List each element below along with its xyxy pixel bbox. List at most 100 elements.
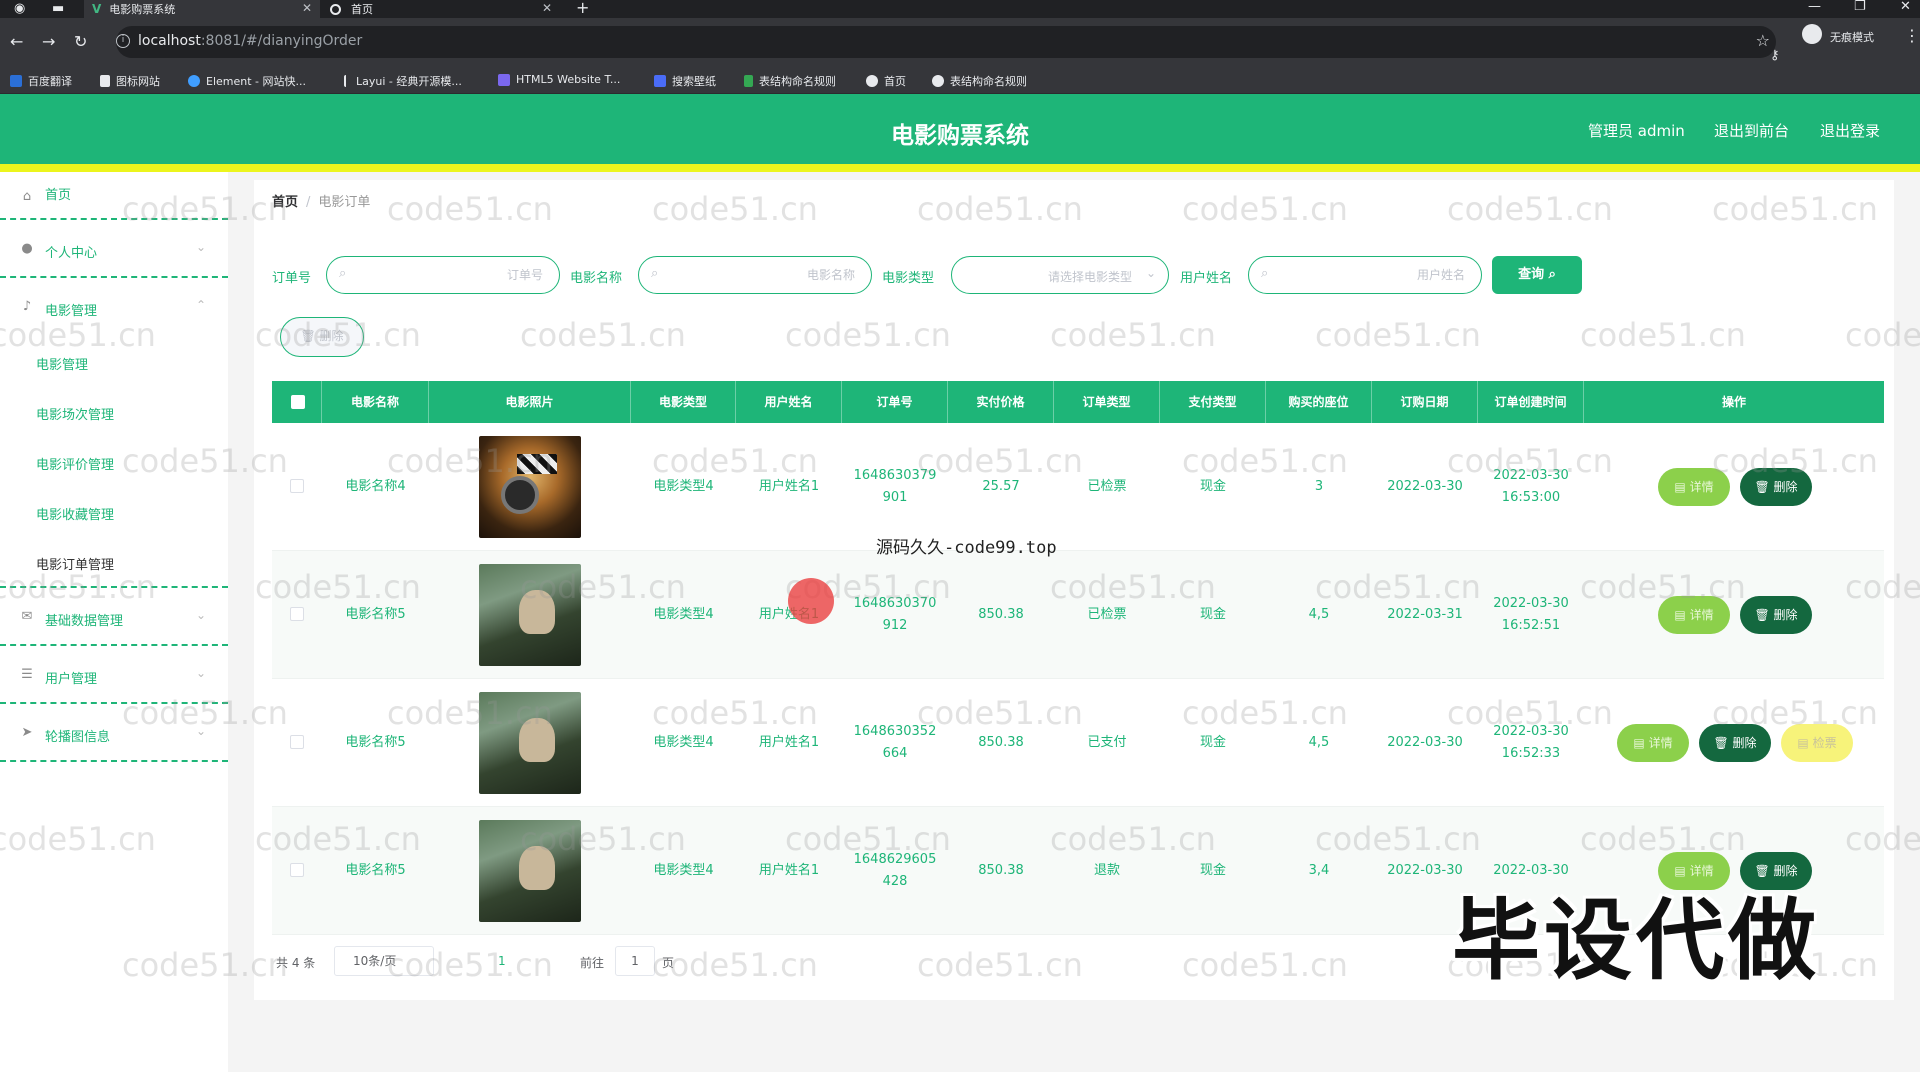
doc-icon: ▤ [1797, 736, 1809, 750]
checkbox[interactable] [290, 607, 304, 621]
restore-icon[interactable]: ❐ [1854, 0, 1866, 14]
checkbox[interactable] [290, 479, 304, 493]
incognito-icon[interactable] [1802, 24, 1822, 44]
query-button[interactable]: 查询 ⌕ [1492, 256, 1582, 294]
close-icon[interactable]: ✕ [302, 1, 312, 15]
chevron-down-icon: ⌄ [196, 608, 207, 622]
site-info-icon[interactable]: i [116, 34, 130, 48]
order-no-input[interactable] [357, 265, 543, 285]
header-accent-bar [0, 164, 1920, 172]
batch-delete-button[interactable]: 🗑 删除 [280, 317, 364, 357]
new-tab-button[interactable]: + [576, 0, 589, 17]
header-select-all[interactable] [272, 381, 322, 423]
bookmark-star-icon[interactable]: ☆ [1756, 31, 1770, 50]
chevron-down-icon: ⌄ [196, 666, 207, 680]
detail-button[interactable]: ▤ 详情 [1617, 724, 1689, 762]
delete-button[interactable]: 🗑 删除 [1699, 724, 1771, 762]
vue-icon: V [92, 2, 102, 16]
pagination-current-page[interactable]: 1 [498, 954, 506, 968]
page-size-select[interactable]: 10条/页 [334, 946, 434, 976]
bookmark-item[interactable]: 百度翻译 [10, 73, 72, 89]
sidebar-item-basic-data[interactable]: ✉ 基础数据管理 ⌄ [0, 592, 228, 644]
reload-icon[interactable]: ↻ [74, 32, 87, 51]
browser-menu-kebab-icon[interactable]: ⋮ [1904, 26, 1920, 45]
table-row: 电影名称4 电影类型4 用户姓名1 1648630379 901 25.57 已检… [272, 423, 1884, 551]
movie-name-input[interactable] [669, 265, 855, 285]
cell-pay-type: 现金 [1199, 863, 1226, 878]
breadcrumb-home[interactable]: 首页 [272, 195, 298, 210]
col-order-date: 订购日期 [1372, 381, 1478, 423]
bookmark-item[interactable]: 图标网站 [100, 73, 160, 89]
browser-menu-icon[interactable]: ◉ [14, 1, 25, 16]
movie-type-select[interactable]: 请选择电影类型 ⌄ [951, 256, 1169, 294]
table-row: 电影名称5 电影类型4 用户姓名1 1648630370 912 850.38 已… [272, 551, 1884, 679]
delete-button[interactable]: 🗑 删除 [1740, 596, 1812, 634]
sidebar-sub-review[interactable]: 电影评价管理 [36, 454, 114, 473]
cell-price: 850.38 [978, 863, 1024, 878]
sidebar-item-home[interactable]: ⌂ 首页 [0, 172, 228, 224]
chevron-down-icon: ⌄ [196, 724, 207, 738]
pagination-page-suffix: 页 [662, 956, 675, 970]
detail-button[interactable]: ▤ 详情 [1658, 596, 1730, 634]
user-name-input[interactable] [1279, 265, 1465, 285]
sidebar-sub-movie[interactable]: 电影管理 [36, 354, 88, 373]
sidebar-item-carousel[interactable]: ➤ 轮播图信息 ⌄ [0, 708, 228, 760]
cell-user-name: 用户姓名1 [758, 479, 820, 494]
cell-movie-type: 电影类型4 [653, 607, 714, 622]
sidebar-item-personal[interactable]: ● 个人中心 ⌄ [0, 224, 228, 276]
minimize-icon[interactable]: — [1808, 0, 1821, 14]
sidebar-item-movie-mgmt[interactable]: ♪ 电影管理 ⌃ [0, 282, 228, 334]
close-window-icon[interactable]: ✕ [1900, 0, 1911, 14]
movie-poster-image [479, 436, 581, 538]
bookmark-item[interactable]: 首页 [866, 73, 906, 89]
cell-order-type: 退款 [1093, 863, 1120, 878]
doc-icon: ▤ [1674, 480, 1686, 494]
sidebar-sub-favorite[interactable]: 电影收藏管理 [36, 504, 114, 523]
col-created-time: 订单创建时间 [1478, 381, 1584, 423]
html5-icon [498, 73, 510, 86]
delete-button[interactable]: 🗑 删除 [1740, 468, 1812, 506]
tab-movie-system[interactable]: V 电影购票系统 ✕ [84, 0, 320, 18]
address-bar[interactable]: i localhost:8081/#/dianyingOrder ☆ [116, 26, 1776, 58]
app-header: 电影购票系统 管理员 admin 退出到前台 退出登录 [0, 94, 1920, 164]
check-ticket-button[interactable]: ▤ 检票 [1781, 724, 1853, 762]
order-no-input-wrap: ⌕ [326, 256, 560, 294]
pagination-goto-input[interactable]: 1 [615, 946, 655, 976]
divider [0, 586, 228, 588]
key-icon[interactable]: ⚷ [1770, 48, 1780, 63]
movie-poster-image [479, 564, 581, 666]
checkbox[interactable] [291, 395, 305, 409]
window-icon[interactable]: ▬ [52, 1, 64, 16]
bookmark-item[interactable]: Layui - 经典开源模... [344, 73, 462, 89]
cell-order-type: 已检票 [1087, 607, 1127, 622]
col-order-no: 订单号 [842, 381, 948, 423]
bookmark-item[interactable]: 表结构命名规则 [744, 73, 836, 89]
sidebar-sub-order[interactable]: 电影订单管理 [36, 554, 114, 573]
bookmark-item[interactable]: 表结构命名规则 [932, 73, 1027, 89]
cell-photo [429, 551, 631, 679]
checkbox[interactable] [290, 863, 304, 877]
bookmark-item[interactable]: 搜索壁纸 [654, 73, 716, 89]
close-icon[interactable]: ✕ [542, 1, 552, 15]
incognito-label: 无痕模式 [1830, 31, 1874, 44]
cell-movie-type: 电影类型4 [653, 479, 714, 494]
logout-link[interactable]: 退出登录 [1820, 120, 1880, 141]
bookmark-item[interactable]: Element - 网站快... [188, 73, 306, 89]
doc-icon: ▤ [1674, 608, 1686, 622]
exit-to-front-link[interactable]: 退出到前台 [1714, 120, 1789, 141]
search-icon: ⌕ [1548, 267, 1556, 282]
sidebar-item-user-mgmt[interactable]: ☰ 用户管理 ⌄ [0, 650, 228, 702]
back-icon[interactable]: ← [10, 32, 23, 51]
bookmark-item[interactable]: HTML5 Website T... [498, 73, 620, 86]
cell-created-time: 2022-03-30 16:52:33 [1493, 724, 1569, 761]
browser-tab-strip: ◉ ▬ V 电影购票系统 ✕ 首页 ✕ + — ❐ ✕ [0, 0, 1920, 18]
chevron-down-icon: ⌄ [1145, 266, 1156, 280]
sidebar-sub-session[interactable]: 电影场次管理 [36, 404, 114, 423]
chevron-up-icon: ⌃ [196, 298, 207, 312]
forward-icon[interactable]: → [42, 32, 55, 51]
tab-home[interactable]: 首页 ✕ [322, 0, 560, 18]
divider [0, 218, 228, 220]
breadcrumb-current: 电影订单 [318, 195, 371, 210]
checkbox[interactable] [290, 735, 304, 749]
detail-button[interactable]: ▤ 详情 [1658, 468, 1730, 506]
